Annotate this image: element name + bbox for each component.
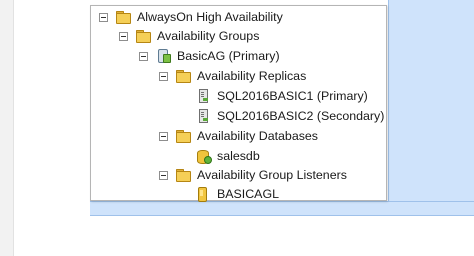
tree-node-label: salesdb	[217, 149, 260, 163]
tree-node-replica-primary[interactable]: SQL2016BASIC1 (Primary)	[195, 86, 369, 106]
folder-icon	[175, 168, 191, 182]
tree-node-availability-replicas[interactable]: Availability Replicas	[159, 66, 307, 86]
collapse-toggle-icon[interactable]	[159, 131, 168, 141]
availability-group-icon	[155, 49, 171, 63]
tree-node-label: Availability Replicas	[197, 69, 307, 83]
tree-node-label: BASICAGL	[217, 187, 279, 201]
tree-node-availability-databases[interactable]: Availability Databases	[159, 126, 319, 146]
database-icon	[195, 149, 212, 164]
collapse-toggle-icon[interactable]	[119, 31, 128, 41]
tree-node-label: Availability Databases	[197, 129, 318, 143]
tree-node-basicag[interactable]: BasicAG (Primary)	[139, 46, 281, 66]
bottom-band	[90, 201, 474, 216]
tree-node-replica-secondary[interactable]: SQL2016BASIC2 (Secondary)	[195, 106, 385, 126]
collapse-toggle-icon[interactable]	[99, 12, 108, 22]
folder-icon	[135, 29, 151, 43]
collapse-toggle-icon[interactable]	[159, 71, 168, 81]
replica-server-icon	[195, 89, 211, 103]
folder-icon	[175, 69, 191, 83]
tree-node-listener-basicagl[interactable]: BASICAGL	[195, 184, 280, 204]
pane-divider	[388, 0, 389, 201]
tree-node-label: AlwaysOn High Availability	[137, 10, 283, 24]
folder-icon	[175, 129, 191, 143]
tree-node-alwayson[interactable]: AlwaysOn High Availability	[99, 7, 284, 27]
object-explorer-tree: AlwaysOn High Availability Availability …	[90, 5, 387, 204]
tree-node-label: SQL2016BASIC2 (Secondary)	[217, 109, 385, 123]
tree-node-database-salesdb[interactable]: salesdb	[195, 146, 261, 166]
background-pane	[388, 0, 474, 216]
tree-node-availability-groups[interactable]: Availability Groups	[119, 26, 260, 46]
collapse-toggle-icon[interactable]	[159, 170, 168, 180]
tree-node-label: BasicAG (Primary)	[177, 49, 280, 63]
tree-node-label: Availability Group Listeners	[197, 168, 347, 182]
replica-server-icon	[195, 109, 211, 123]
tree-node-label: Availability Groups	[157, 29, 260, 43]
listener-icon	[195, 187, 211, 202]
left-margin-strip	[0, 0, 14, 256]
tree-node-listeners[interactable]: Availability Group Listeners	[159, 165, 348, 185]
tree-node-label: SQL2016BASIC1 (Primary)	[217, 89, 368, 103]
collapse-toggle-icon[interactable]	[139, 51, 148, 61]
folder-icon	[115, 10, 131, 24]
